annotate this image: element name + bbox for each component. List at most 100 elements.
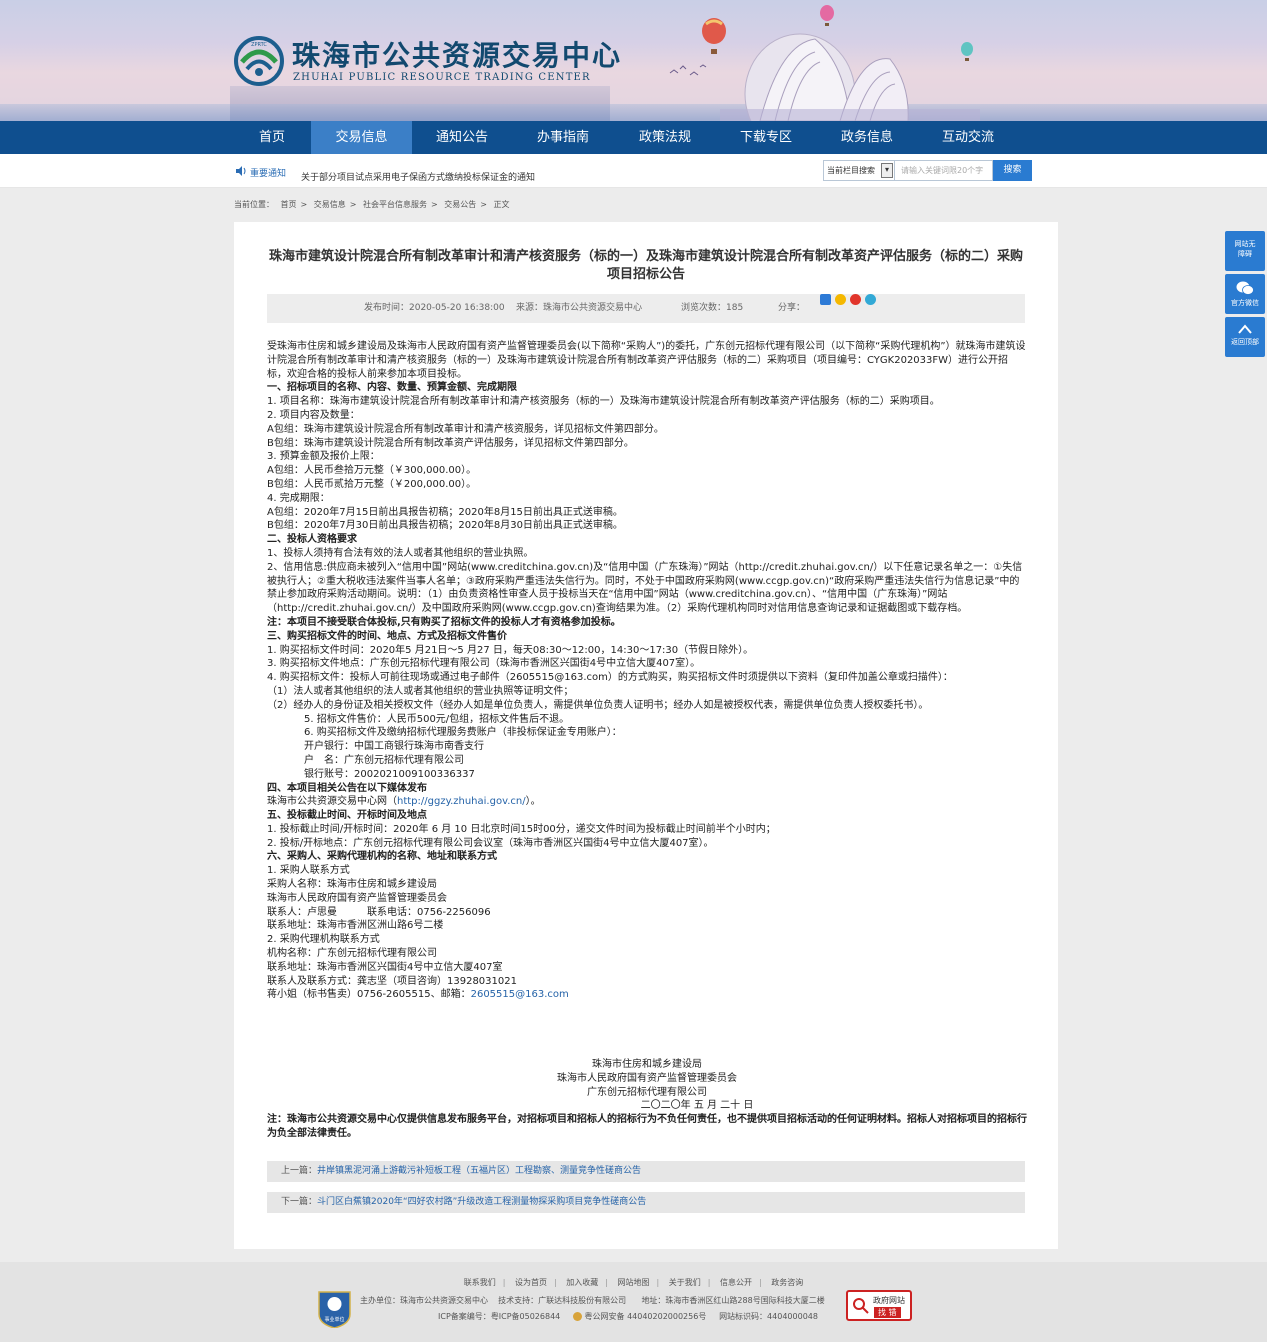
nav-guide[interactable]: 办事指南	[515, 121, 611, 154]
notice-bar: 重要通知 关于部分项目试点采用电子保函方式缴纳投标保证金的通知	[0, 154, 1267, 188]
footer-icp[interactable]: ICP备案编号：粤ICP备05026844	[438, 1312, 560, 1321]
paragraph-text: 联系人及联系方式：龚志坚（项目咨询）13928031021	[267, 975, 517, 987]
share-qzone-icon[interactable]	[835, 294, 846, 305]
nav-notices[interactable]: 通知公告	[414, 121, 510, 154]
body-paragraph: 户 名：广东创元招标代理有限公司	[267, 754, 1027, 768]
paragraph-text: 五、投标截止时间、开标时间及地点	[267, 810, 427, 822]
body-paragraph: 6. 购买招标文件及缴纳招标代理服务费账户（非投标保证金专用账户）：	[267, 726, 1027, 740]
wechat-button[interactable]: 官方微信	[1225, 274, 1265, 314]
next-article-link[interactable]: 斗门区白蕉镇2020年“四好农村路”升级改造工程测量物探采购项目竞争性磋商公告	[317, 1197, 646, 1207]
section-heading: 六、采购人、采购代理机构的名称、地址和联系方式	[267, 850, 1027, 864]
footer-police[interactable]: 粤公网安备 44040202000256号	[585, 1312, 707, 1321]
opera-house-illustration	[720, 33, 980, 121]
signature-line: 珠海市人民政府国有资产监督管理委员会	[557, 1072, 737, 1084]
signature-date: 二〇二〇年 五 月 二十 日	[640, 1100, 754, 1112]
body-paragraph: 4. 购买招标文件：投标人可前往现场或通过电子邮件（2605515@163.co…	[267, 671, 1027, 685]
paragraph-text: （2）经办人的身份证及相关授权文件（经办人如是单位负责人，需提供单位负责人证明书…	[267, 699, 929, 711]
search-button[interactable]: 搜索	[993, 160, 1032, 181]
footer-link[interactable]: 网站地图	[618, 1278, 650, 1287]
paragraph-text: 采购人名称：珠海市住房和城乡建设局	[267, 879, 437, 891]
share-plus-icon[interactable]	[820, 294, 831, 305]
footer-link[interactable]: 关于我们	[669, 1278, 701, 1287]
footer-link[interactable]: 政务咨询	[771, 1278, 803, 1287]
arrow-up-icon	[1238, 324, 1252, 334]
wechat-label: 官方微信	[1231, 299, 1259, 307]
back-to-top-button[interactable]: 返回顶部	[1225, 317, 1265, 357]
paragraph-text: 联系地址：珠海市香洲区洲山路6号二楼	[267, 920, 444, 932]
footer-link[interactable]: 信息公开	[720, 1278, 752, 1287]
section-heading: 注：本项目不接受联合体投标,只有购买了招标文件的投标人才有资格参加投标。	[267, 616, 1027, 630]
footer-link[interactable]: 设为首页	[515, 1278, 547, 1287]
paragraph-text: A包组：2020年7月15日前出具报告初稿；2020年8月15日前出具正式送审稿…	[267, 506, 623, 518]
breadcrumb-sep: >	[480, 200, 487, 209]
paragraph-text: （1）法人或者其他组织的法人或者其他组织的营业执照等证明文件；	[267, 685, 574, 697]
section-heading: 四、本项目相关公告在以下媒体发布	[267, 782, 1027, 796]
paragraph-text: B包组：珠海市建筑设计院混合所有制改革资产评估服务，详见招标文件第四部分。	[267, 437, 634, 449]
paragraph-text: 1. 购买招标文件时间：2020年5 月21日～5 月27 日，每天08:30～…	[267, 644, 754, 656]
paragraph-text: 2. 投标/开标地点：广东创元招标代理有限公司会议室（珠海市香洲区兴国街4号中立…	[267, 837, 714, 849]
footer-info-line-1: 主办单位：珠海市公共资源交易中心 技术支持：广联达科技股份有限公司 地址：珠海市…	[360, 1295, 825, 1306]
body-paragraph: B包组：2020年7月30日前出具报告初稿；2020年8月30日前出具正式送审稿…	[267, 519, 1027, 533]
logo-small-text: ZPRTC	[251, 42, 267, 48]
inline-link[interactable]: 2605515@163.com	[471, 989, 569, 1000]
back-to-top-label: 返回顶部	[1231, 338, 1259, 346]
disclaimer: 注：珠海市公共资源交易中心仅提供信息发布服务平台，对招标项目和招标人的招标行为不…	[267, 1114, 1027, 1139]
breadcrumb-item[interactable]: 交易公告	[444, 200, 476, 209]
site-title-cn: 珠海市公共资源交易中心	[292, 39, 623, 72]
public-institution-badge-icon[interactable]: 事业单位	[317, 1288, 352, 1328]
share-weibo-icon[interactable]	[850, 294, 861, 305]
inline-link[interactable]: http://ggzy.zhuhai.gov.cn/	[397, 796, 526, 807]
body-paragraph: 联系人及联系方式：龚志坚（项目咨询）13928031021	[267, 975, 1027, 989]
gov-site-error-report-badge[interactable]: 政府网站 找 错	[846, 1290, 912, 1321]
nav-downloads[interactable]: 下载专区	[718, 121, 814, 154]
paragraph-text: 注：本项目不接受联合体投标,只有购买了招标文件的投标人才有资格参加投标。	[267, 616, 621, 628]
prev-article: 上一篇：井岸镇黑泥河涌上游截污补短板工程（五福片区）工程勘察、测量竞争性磋商公告	[267, 1161, 1025, 1182]
footer-host: 主办单位：珠海市公共资源交易中心	[360, 1296, 488, 1305]
footer-link[interactable]: 联系我们	[464, 1278, 496, 1287]
breadcrumb-item[interactable]: 社会平台信息服务	[363, 200, 427, 209]
paragraph-text: A包组：珠海市建筑设计院混合所有制改革审计和清产核资服务，详见招标文件第四部分。	[267, 423, 664, 435]
gov-badge-sub: 找 错	[874, 1307, 901, 1318]
chevron-down-icon: ▾	[881, 163, 893, 178]
prev-article-link[interactable]: 井岸镇黑泥河涌上游截污补短板工程（五福片区）工程勘察、测量竞争性磋商公告	[317, 1166, 641, 1176]
paragraph-text: 1. 投标截止时间/开标时间：2020年 6 月 10 日北京时间15时00分，…	[267, 823, 776, 835]
notice-link[interactable]: 关于部分项目试点采用电子保函方式缴纳投标保证金的通知	[301, 170, 535, 183]
breadcrumb-item[interactable]: 首页	[281, 200, 297, 209]
nav-interaction[interactable]: 互动交流	[920, 121, 1016, 154]
nav-gov-info[interactable]: 政务信息	[819, 121, 915, 154]
body-paragraph: 1. 购买招标文件时间：2020年5 月21日～5 月27 日，每天08:30～…	[267, 644, 1027, 658]
paragraph-text: 1. 项目名称：珠海市建筑设计院混合所有制改革审计和清产核资服务（标的一）及珠海…	[267, 396, 940, 408]
zprtc-logo-icon: ZPRTC	[234, 36, 284, 86]
search-scope-select[interactable]: 当前栏目搜索 ▾	[823, 160, 895, 181]
body-paragraph: 开户银行：中国工商银行珠海市南香支行	[267, 740, 1027, 754]
body-paragraph: 2. 采购代理机构联系方式	[267, 933, 1027, 947]
body-paragraph: 3. 购买招标文件地点：广东创元招标代理有限公司（珠海市香洲区兴国街4号中立信大…	[267, 657, 1027, 671]
breadcrumb-item[interactable]: 交易信息	[314, 200, 346, 209]
body-paragraph: 珠海市公共资源交易中心网（http://ggzy.zhuhai.gov.cn/）…	[267, 795, 1027, 809]
breadcrumb-item: 正文	[493, 200, 510, 209]
body-paragraph: 采购人名称：珠海市住房和城乡建设局	[267, 878, 1027, 892]
accessibility-button[interactable]: 网站无障碍	[1225, 231, 1265, 271]
nav-home[interactable]: 首页	[236, 121, 308, 154]
share-pengyou-icon[interactable]	[865, 294, 876, 305]
paragraph-text: 六、采购人、采购代理机构的名称、地址和联系方式	[267, 851, 497, 863]
footer-link[interactable]: 加入收藏	[566, 1278, 598, 1287]
body-paragraph: 5. 招标文件售价：人民币500元/包组，招标文件售后不退。	[267, 713, 1027, 727]
paragraph-text: 6. 购买招标文件及缴纳招标代理服务费账户（非投标保证金专用账户）：	[304, 727, 622, 739]
paragraph-text: 2、信用信息:供应商未被列入“信用中国”网站(www.creditchina.g…	[267, 561, 1023, 615]
body-paragraph: 2、信用信息:供应商未被列入“信用中国”网站(www.creditchina.g…	[267, 561, 1027, 616]
next-article: 下一篇：斗门区白蕉镇2020年“四好农村路”升级改造工程测量物探采购项目竞争性磋…	[267, 1192, 1025, 1213]
section-heading: 三、购买招标文件的时间、地点、方式及招标文件售价	[267, 630, 1027, 644]
nav-policies[interactable]: 政策法规	[617, 121, 713, 154]
balloon-pink	[820, 5, 834, 26]
main-nav: 首页 交易信息 通知公告 办事指南 政策法规 下载专区 政务信息 互动交流	[0, 121, 1267, 154]
body-paragraph: 3. 预算金额及报价上限：	[267, 450, 1027, 464]
speaker-icon	[236, 166, 246, 176]
footer-links: 联系我们 | 设为首页 | 加入收藏 | 网站地图 | 关于我们 | 信息公开 | 政务咨询	[463, 1278, 804, 1287]
search-input[interactable]: 请输入关键词限20个字	[895, 160, 993, 181]
footer: 联系我们 | 设为首页 | 加入收藏 | 网站地图 | 关于我们 | 信息公开 | 政务咨询…	[0, 1262, 1267, 1342]
body-paragraph: 1. 项目名称：珠海市建筑设计院混合所有制改革审计和清产核资服务（标的一）及珠海…	[267, 395, 1027, 409]
footer-site-code: 网站标识码：4404000048	[719, 1312, 818, 1321]
nav-trading-info[interactable]: 交易信息	[311, 121, 412, 154]
footer-info-line-2: ICP备案编号：粤ICP备05026844 粤公网安备 440402020002…	[438, 1311, 818, 1322]
